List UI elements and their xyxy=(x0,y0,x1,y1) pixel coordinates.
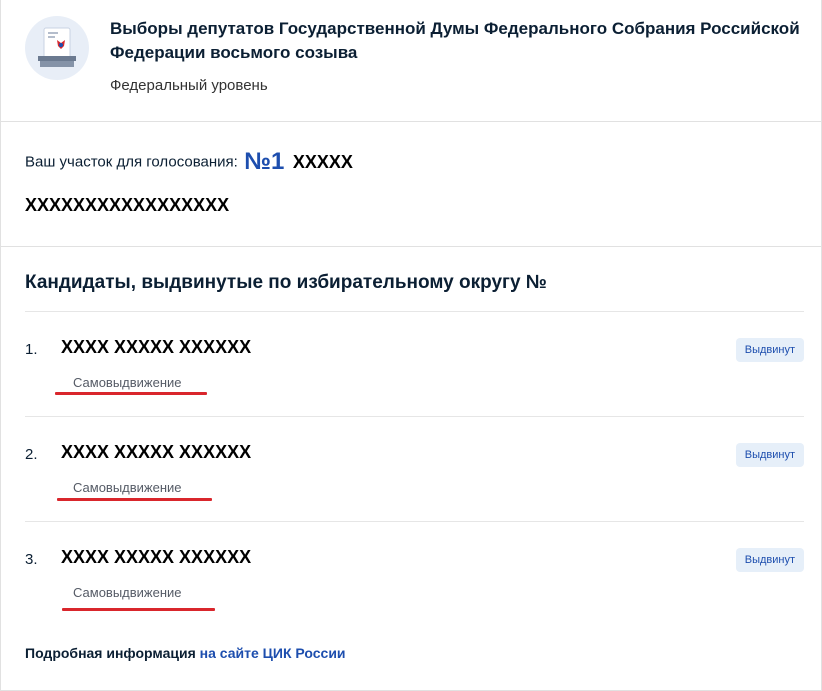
red-underline-mark xyxy=(57,498,212,501)
polling-station-name: ХХХХХ xyxy=(292,151,353,172)
candidate-list: 1. ХХХХ ХХХХХ ХХХХХХ Самовыдвижение Выдв… xyxy=(25,311,804,626)
polling-station-label: Ваш участок для голосования: xyxy=(25,153,238,171)
candidate-number: 2. xyxy=(25,446,38,463)
candidate-name: ХХХХ ХХХХХ ХХХХХХ xyxy=(61,337,252,357)
polling-station-number: №1 xyxy=(244,148,285,175)
ballot-box-emblem-icon xyxy=(25,16,89,80)
polling-station-section: Ваш участок для голосования: №1 ХХХХХ ХХ… xyxy=(0,122,822,247)
more-info-label: Подробная информация xyxy=(25,645,196,661)
status-badge: Выдвинут xyxy=(735,443,804,467)
candidate-party: Самовыдвижение xyxy=(73,375,182,390)
candidate-row: 2. ХХХХ ХХХХХ ХХХХХХ Самовыдвижение Выдв… xyxy=(25,416,804,521)
election-header: Выборы депутатов Государственной Думы Фе… xyxy=(0,0,822,122)
cik-site-link[interactable]: на сайте ЦИК России xyxy=(200,645,346,661)
red-underline-mark xyxy=(55,392,207,395)
candidate-party: Самовыдвижение xyxy=(73,480,182,495)
candidate-name: ХХХХ ХХХХХ ХХХХХХ xyxy=(61,442,252,462)
polling-station-line: Ваш участок для голосования: №1 ХХХХХ xyxy=(25,148,353,178)
candidate-party: Самовыдвижение xyxy=(73,585,182,600)
candidate-name: ХХХХ ХХХХХ ХХХХХХ xyxy=(61,547,252,567)
election-level: Федеральный уровень xyxy=(110,77,268,94)
election-title: Выборы депутатов Государственной Думы Фе… xyxy=(110,19,800,62)
status-badge: Выдвинут xyxy=(735,338,804,362)
more-info: Подробная информация на сайте ЦИК России xyxy=(25,645,346,661)
polling-station-address: ХХХХХХХХХХХХХХХХХ xyxy=(25,195,230,215)
candidate-row: 3. ХХХХ ХХХХХ ХХХХХХ Самовыдвижение Выдв… xyxy=(25,521,804,626)
candidates-title: Кандидаты, выдвинутые по избирательному … xyxy=(25,272,547,293)
red-underline-mark xyxy=(62,608,215,611)
candidate-row: 1. ХХХХ ХХХХХ ХХХХХХ Самовыдвижение Выдв… xyxy=(25,311,804,416)
status-badge: Выдвинут xyxy=(735,548,804,572)
candidate-number: 3. xyxy=(25,551,38,568)
candidate-number: 1. xyxy=(25,341,38,358)
